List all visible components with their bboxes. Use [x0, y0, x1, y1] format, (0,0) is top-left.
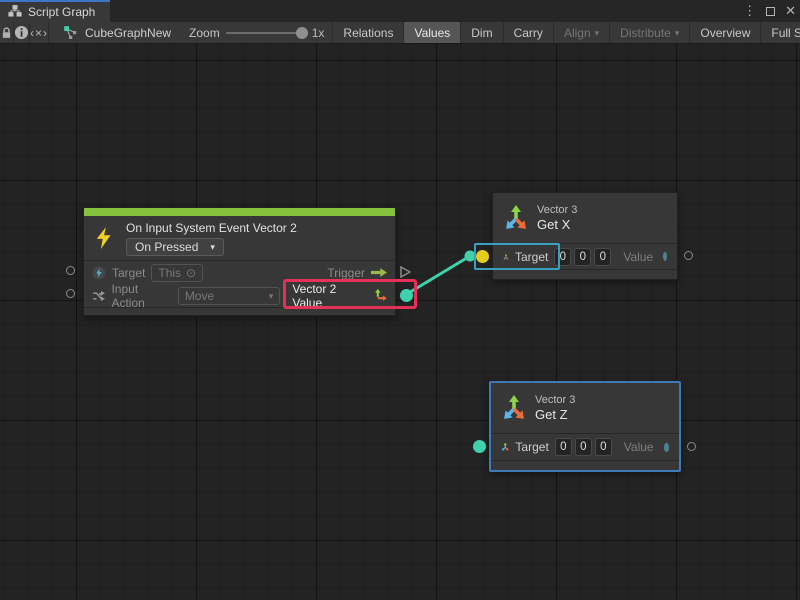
event-target-value[interactable]: This ⊙: [151, 264, 203, 282]
vector2-icon: [373, 288, 387, 303]
connection-endpoint-dot: [465, 251, 476, 262]
chevron-down-icon: ▾: [675, 28, 680, 39]
target-bolt-icon: [92, 266, 106, 280]
zoom-slider-track[interactable]: [226, 32, 306, 34]
get-x-footer: [493, 270, 677, 280]
z-value-field[interactable]: 0: [594, 248, 611, 266]
graph-icon: [63, 25, 79, 41]
lightning-bolt-icon: [94, 226, 116, 250]
event-node-title: On Input System Event Vector 2: [126, 221, 297, 235]
get-z-target-label: Target: [515, 440, 548, 454]
fullscreen-button[interactable]: Full Screen: [760, 22, 800, 44]
trigger-arrow-icon: [371, 267, 387, 278]
get-z-category: Vector 3: [535, 394, 575, 407]
get-z-value-output-port[interactable]: [687, 442, 696, 451]
get-z-value-dot: [664, 443, 669, 452]
vector3-icon: [503, 205, 529, 231]
get-z-header: Vector 3 Get Z: [491, 383, 679, 433]
distribute-button[interactable]: Distribute ▾: [609, 22, 689, 44]
event-mode-dropdown[interactable]: On Pressed ▾: [126, 238, 224, 256]
input-action-label: Input Action: [111, 282, 171, 310]
carry-button[interactable]: Carry: [503, 22, 553, 44]
maximize-icon[interactable]: [766, 7, 775, 16]
get-x-target-port[interactable]: [476, 250, 489, 263]
tab-strip: Script Graph ⋮ ✕: [0, 0, 800, 22]
zoom-slider-handle[interactable]: [296, 27, 308, 39]
connection-layer: [0, 44, 800, 600]
y-value-field[interactable]: 0: [575, 438, 592, 456]
relations-button[interactable]: Relations: [332, 22, 403, 44]
lock-icon: [0, 26, 13, 40]
get-x-target-row: Target 0 0 0 Value: [493, 244, 677, 269]
get-x-value-output-port[interactable]: [684, 251, 693, 260]
event-node-header: On Input System Event Vector 2 On Presse…: [84, 216, 395, 260]
tab-script-graph[interactable]: Script Graph: [0, 0, 110, 22]
graph-breadcrumb[interactable]: CubeGraphNew: [63, 25, 171, 41]
chevron-down-icon: ▾: [210, 242, 215, 253]
x-value-field[interactable]: 0: [555, 438, 572, 456]
graph-canvas[interactable]: On Input System Event Vector 2 On Presse…: [0, 44, 800, 600]
get-x-category: Vector 3: [537, 204, 577, 217]
info-icon: [14, 25, 29, 40]
values-button[interactable]: Values: [403, 22, 460, 44]
z-value-field[interactable]: 0: [595, 438, 612, 456]
vector2-value-output-port[interactable]: [400, 289, 413, 302]
get-x-target-label: Target: [515, 250, 548, 264]
tab-title: Script Graph: [28, 5, 95, 19]
get-z-default-values: 0 0 0: [555, 438, 612, 456]
node-on-input-system-event[interactable]: On Input System Event Vector 2 On Presse…: [83, 207, 396, 316]
node-get-z[interactable]: Vector 3 Get Z Target 0 0 0 Value: [489, 381, 681, 472]
vector2-output-label: Vector 2 Value: [292, 282, 366, 310]
get-z-title: Get Z: [535, 407, 575, 423]
lock-button[interactable]: [0, 22, 13, 44]
kebab-menu-icon[interactable]: ⋮: [743, 0, 756, 22]
info-button[interactable]: [14, 22, 29, 44]
get-x-default-values: 0 0 0: [554, 248, 611, 266]
toolbar-button-group: Relations Values Dim Carry Align ▾ Distr…: [332, 22, 800, 44]
vector3-mini-icon: [503, 250, 509, 264]
get-x-value-dot: [663, 252, 667, 261]
get-x-title: Get X: [537, 217, 577, 233]
overview-button[interactable]: Overview: [689, 22, 760, 44]
x-value-field[interactable]: 0: [554, 248, 571, 266]
get-z-target-row: Target 0 0 0 Value: [491, 434, 679, 460]
event-input-action-row: Input Action Move ▾ Vector 2 Value: [84, 284, 395, 307]
hierarchy-icon: [8, 5, 22, 19]
toolbar-separator: [48, 22, 49, 44]
script-graph-window: Script Graph ⋮ ✕ ‹×›: [0, 0, 800, 600]
event-target-label: Target: [112, 266, 145, 280]
event-input-action-input-port[interactable]: [66, 289, 75, 298]
connection-edge[interactable]: [407, 256, 470, 294]
get-x-value-label: Value: [623, 250, 653, 264]
align-button[interactable]: Align ▾: [553, 22, 609, 44]
edit-source-button[interactable]: ‹×›: [30, 22, 48, 44]
zoom-label: Zoom: [189, 26, 220, 40]
get-x-header: Vector 3 Get X: [493, 193, 677, 243]
zoom-slider[interactable]: [226, 22, 306, 44]
node-get-x[interactable]: Vector 3 Get X Target 0 0 0 Value: [492, 192, 678, 280]
get-z-footer: [491, 461, 679, 471]
dim-button[interactable]: Dim: [460, 22, 502, 44]
graph-toolbar: ‹×› CubeGraphNew Zoom 1x Relations Value…: [0, 22, 800, 44]
graph-name: CubeGraphNew: [85, 26, 171, 40]
get-z-target-port[interactable]: [473, 440, 486, 453]
close-icon[interactable]: ✕: [785, 0, 796, 22]
vector3-mini-icon: [501, 440, 509, 454]
zoom-value: 1x: [312, 26, 325, 40]
window-controls: ⋮ ✕: [743, 0, 796, 22]
y-value-field[interactable]: 0: [574, 248, 591, 266]
chevron-down-icon: ▾: [269, 291, 274, 302]
input-action-dropdown[interactable]: Move ▾: [178, 287, 281, 305]
self-target-icon: ⊙: [186, 266, 196, 280]
code-icon: ‹×›: [30, 26, 48, 40]
get-z-value-label: Value: [624, 440, 654, 454]
event-node-color-strip: [84, 208, 395, 216]
chevron-down-icon: ▾: [595, 28, 600, 39]
input-action-icon: [92, 289, 105, 303]
trigger-label: Trigger: [327, 266, 365, 280]
trigger-output-port[interactable]: [399, 266, 411, 278]
vector3-icon: [501, 395, 527, 421]
event-target-input-port[interactable]: [66, 266, 75, 275]
